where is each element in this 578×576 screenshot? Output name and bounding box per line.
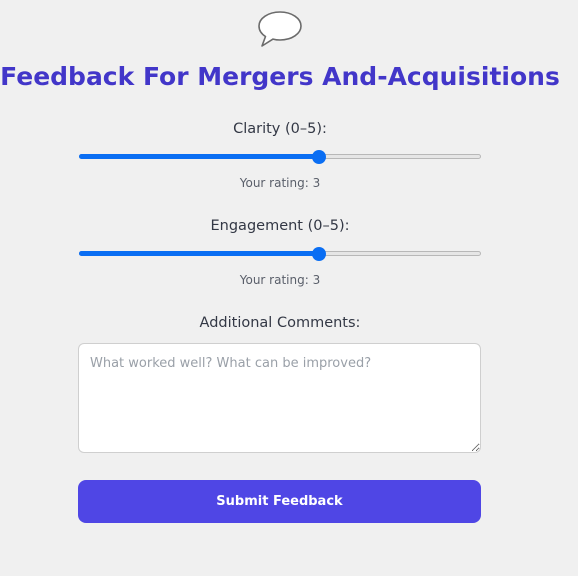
slider-thumb[interactable] (311, 150, 326, 164)
clarity-slider[interactable] (79, 150, 481, 164)
comments-label: Additional Comments: (199, 315, 361, 331)
clarity-rating-text: Your rating: 3 (239, 176, 321, 190)
submit-feedback-button[interactable]: Submit Feedback (78, 480, 481, 523)
page-title: Feedback For Mergers And-Acquisitions (0, 62, 560, 91)
comments-textarea[interactable] (78, 343, 481, 453)
clarity-label: Clarity (0–5): (233, 121, 327, 137)
speech-bubble-icon (258, 11, 302, 47)
engagement-rating-text: Your rating: 3 (239, 273, 321, 287)
slider-fill (79, 251, 319, 256)
slider-fill (79, 154, 319, 159)
slider-thumb[interactable] (311, 247, 326, 261)
engagement-slider[interactable] (79, 247, 481, 261)
feedback-form: Feedback For Mergers And-Acquisitions Cl… (0, 0, 578, 576)
engagement-label: Engagement (0–5): (210, 218, 350, 234)
